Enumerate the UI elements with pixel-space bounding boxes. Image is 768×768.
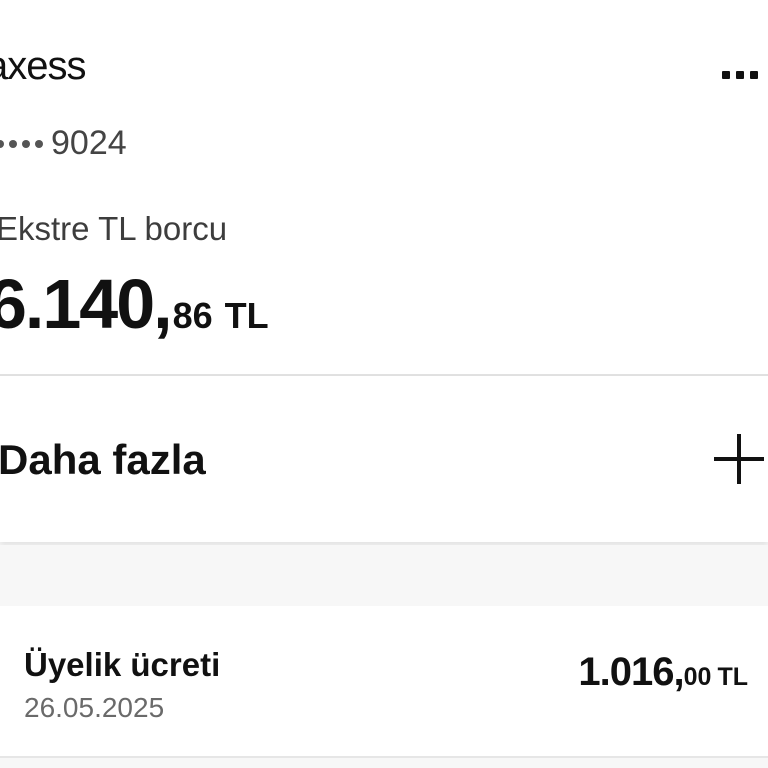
transaction-currency: TL <box>717 663 748 691</box>
transaction-amount-integer: 1.016, <box>578 650 684 694</box>
statement-debt-amount: 6.140, 86 TL <box>0 264 269 344</box>
mask-dots-icon <box>0 139 43 148</box>
ellipsis-dot <box>750 71 758 79</box>
transaction-amount-decimal: 00 <box>683 663 712 691</box>
ellipsis-dot <box>736 71 744 79</box>
debt-amount-decimal: 86 <box>172 295 213 336</box>
card-last-four: 9024 <box>51 124 127 162</box>
debt-currency: TL <box>224 295 269 336</box>
debt-amount-integer: 6.140, <box>0 265 173 343</box>
card-brand-logo: axess <box>0 44 86 88</box>
plus-icon[interactable] <box>714 434 764 484</box>
transaction-row[interactable]: Üyelik ücreti 26.05.2025 1.016, 00 TL <box>0 606 768 756</box>
more-options-button[interactable] <box>718 64 762 84</box>
card-summary: axess 9024 Ekstre TL borcu 6.140, 86 TL <box>0 0 768 375</box>
transaction-title: Üyelik ücreti <box>24 646 221 683</box>
transaction-date: 26.05.2025 <box>24 692 165 723</box>
more-section-toggle[interactable]: Daha fazla <box>0 376 768 542</box>
statement-debt-label: Ekstre TL borcu <box>0 210 228 247</box>
ellipsis-icon <box>722 71 730 79</box>
transaction-amount: 1.016, 00 TL <box>578 650 748 695</box>
masked-card-number: 9024 <box>0 124 127 163</box>
more-section-label: Daha fazla <box>0 436 206 483</box>
divider <box>0 756 768 758</box>
